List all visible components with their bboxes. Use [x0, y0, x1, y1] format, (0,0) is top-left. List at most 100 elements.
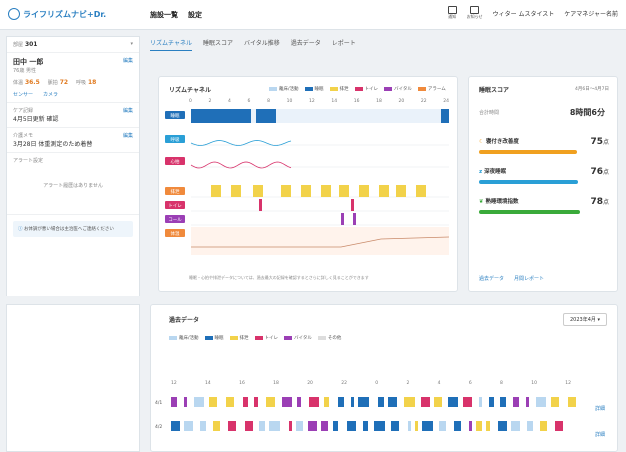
hour-tick: 18 [273, 381, 279, 386]
past-data-link[interactable]: 過去データ [479, 275, 504, 282]
room-selector[interactable]: 部屋 301 ▾ [7, 37, 139, 53]
edit-link[interactable]: 編集 [123, 132, 133, 139]
moon-icon: ☾ [479, 139, 484, 145]
bell-icon [470, 6, 480, 14]
past-segment [408, 421, 411, 431]
score-links: 過去データ 月間レポート [479, 275, 544, 282]
past-hour-axis: 12 14 16 18 20 22 0 2 4 6 8 10 12 [171, 381, 571, 386]
app-logo[interactable]: ライフリズムナビ+Dr. [8, 8, 106, 20]
monthly-report-link[interactable]: 月間レポート [514, 275, 544, 282]
month-select[interactable]: 2023年4月 ▾ [562, 313, 607, 326]
care-record-section: ケア記録 編集 4月5日更新 確認 [7, 103, 139, 128]
row-label: 排泄 [171, 188, 180, 195]
past-segment [194, 397, 204, 407]
past-segment [321, 421, 328, 431]
hour-tick: 14 [205, 381, 211, 386]
nav-item-facility[interactable]: 施設一覧 [150, 10, 178, 20]
hour-tick: 14 [331, 99, 338, 104]
past-row-label: 4/2 [155, 424, 162, 430]
top-bar: ライフリズムナビ+Dr. 施設一覧 設定 通知 お知らせ ウィター ムスタイスト… [0, 0, 626, 30]
past-segment [439, 421, 446, 431]
legend-item: バイタル [284, 335, 312, 341]
past-segment [351, 397, 354, 407]
row-label: 体温 [171, 230, 180, 237]
user-dropdown[interactable]: ケアマネジャー名前 [564, 9, 618, 18]
excretion-segment [396, 185, 406, 197]
past-segment [486, 421, 490, 431]
nav-item-settings[interactable]: 設定 [188, 10, 202, 20]
past-segment [551, 397, 559, 407]
hour-tick: 12 [171, 381, 177, 386]
score-bar [479, 180, 578, 184]
tab-score[interactable]: 睡眠スコア [203, 38, 233, 51]
score-bar [479, 210, 581, 214]
vital-item: 体温 36.5 [13, 79, 40, 86]
past-segment [209, 397, 217, 407]
past-segment [469, 421, 472, 431]
past-segment [388, 397, 397, 407]
facility-dropdown[interactable]: ウィター ムスタイスト [493, 9, 555, 18]
vitals-row: 体温 36.5 脈拍 72 呼吸 18 [13, 79, 133, 86]
call-mark [341, 213, 344, 225]
hour-tick: 24 [443, 99, 449, 104]
row-label: トイレ [168, 204, 182, 209]
past-segment [454, 421, 461, 431]
excretion-segment [339, 185, 349, 197]
leaf-icon: ❦ [479, 199, 484, 205]
toilet-mark [351, 199, 354, 211]
camera-link[interactable]: カメラ [43, 91, 58, 98]
patient-card: 田中 一郎 編集 76歳 男性 体温 36.5 脈拍 72 呼吸 18 センサー… [7, 53, 139, 103]
past-segment [489, 397, 494, 407]
tab-rhythm[interactable]: リズムチャネル [150, 38, 192, 51]
past-segment [498, 421, 507, 431]
past-segment [476, 421, 482, 431]
edit-patient-link[interactable]: 編集 [123, 57, 133, 67]
past-segment [324, 397, 329, 407]
past-segment [200, 421, 206, 431]
total-sleep-time: 8時間6分 [569, 108, 605, 117]
legend-item: 離床/活動 [169, 335, 199, 341]
edit-link[interactable]: 編集 [123, 107, 133, 114]
hour-tick: 0 [189, 99, 192, 104]
hour-tick: 22 [341, 381, 347, 386]
tab-past[interactable]: 過去データ [291, 38, 321, 51]
patient-sidebar: 部屋 301 ▾ 田中 一郎 編集 76歳 男性 体温 36.5 脈拍 72 呼… [6, 36, 140, 298]
excretion-segment [359, 185, 369, 197]
past-segment [463, 397, 472, 407]
patient-name: 田中 一郎 [13, 58, 44, 66]
sensor-link[interactable]: センサー [13, 91, 33, 98]
excretion-segment [379, 185, 389, 197]
detail-link[interactable]: 詳細 [595, 431, 605, 438]
info-button[interactable]: お知らせ [467, 6, 483, 20]
sleep-segment [256, 109, 276, 123]
legend-item: バイタル [384, 86, 412, 92]
past-segment [269, 421, 280, 431]
legend-item: 睡眠 [304, 86, 324, 92]
patient-sub: 76歳 男性 [13, 68, 36, 74]
past-segment [245, 421, 253, 431]
score-bar [479, 150, 577, 154]
hour-tick: 6 [247, 99, 251, 104]
hour-tick: 6 [468, 381, 472, 386]
past-segment [448, 397, 458, 407]
score-date: 4月6日〜4月7日 [575, 87, 609, 92]
tab-vitals[interactable]: バイタル推移 [244, 38, 280, 51]
past-segment [289, 421, 292, 431]
hour-tick: 2 [208, 99, 212, 104]
main-nav: 施設一覧 設定 [150, 10, 202, 20]
past-legend: 離床/活動 睡眠 排泄 トイレ バイタル その他 [169, 335, 341, 341]
notification-button[interactable]: 通知 [447, 6, 457, 20]
hour-axis: 0 2 4 6 8 10 12 14 16 18 20 22 24 [189, 99, 449, 104]
sleep-score-card: 睡眠スコア 4月6日〜4月7日 合計時間 8時間6分 ☾ 寝付き改善度 75点 … [468, 76, 618, 292]
rhythm-chart-svg: 睡眠呼吸心拍排泄トイレコール体温 [165, 109, 450, 255]
past-segment [226, 397, 234, 407]
past-segment [213, 421, 220, 431]
tab-report[interactable]: レポート [332, 38, 356, 51]
info-icon: ⓘ [18, 227, 23, 232]
detail-link[interactable]: 詳細 [595, 405, 605, 412]
past-segment [296, 421, 303, 431]
rhythm-chart-card: リズムチャネル 離床/活動 睡眠 排泄 トイレ バイタル アラーム 024681… [158, 76, 458, 292]
legend-item: トイレ [254, 335, 278, 341]
past-segment [243, 397, 248, 407]
past-segment [479, 397, 482, 407]
